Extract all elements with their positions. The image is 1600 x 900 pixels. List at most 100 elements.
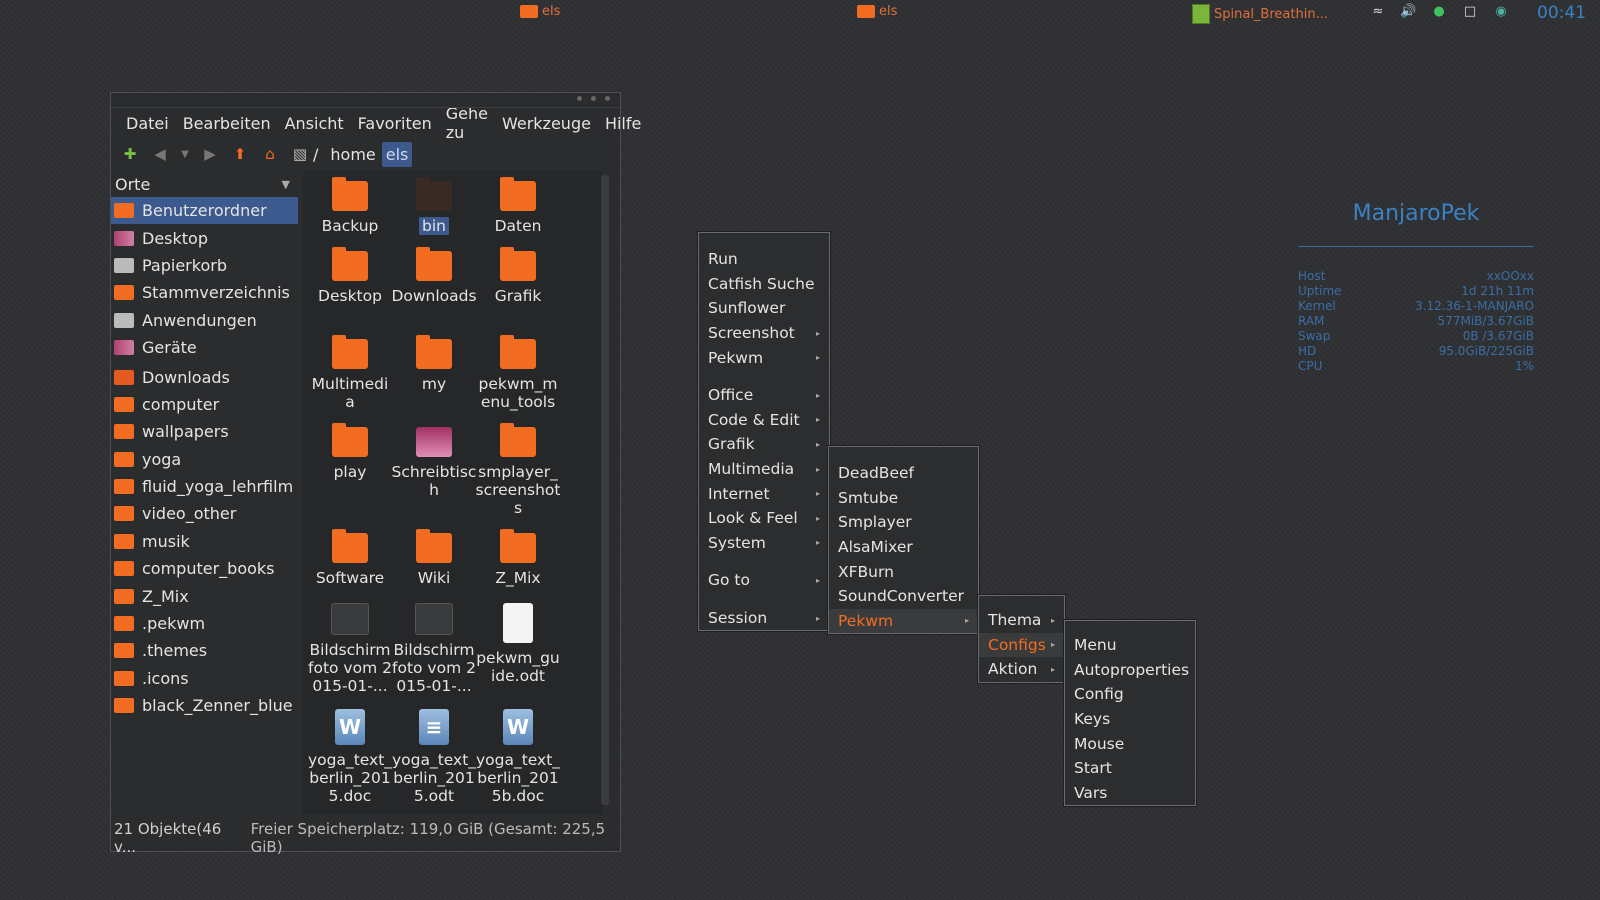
- file-item-pekwm-guide-odt[interactable]: pekwm_guide.odt: [475, 603, 561, 685]
- sidebar-item-anwendungen[interactable]: Anwendungen: [111, 307, 298, 334]
- sidebar-item-icons[interactable]: .icons: [111, 665, 298, 692]
- menu-item-code-edit[interactable]: Code & Edit ▸: [699, 408, 829, 433]
- sidebar-item-papierkorb[interactable]: Papierkorb: [111, 252, 298, 279]
- menu-item-sunflower[interactable]: Sunflower: [699, 296, 829, 321]
- menu-hilfe[interactable]: Hilfe: [598, 114, 648, 133]
- volume-icon[interactable]: 🔊: [1400, 4, 1416, 20]
- file-item-pekwm-menu-tools[interactable]: pekwm_menu_tools: [475, 335, 561, 411]
- sidebar-item-video-other[interactable]: video_other: [111, 500, 298, 527]
- sidebar-item-musik[interactable]: musik: [111, 528, 298, 555]
- file-item-downloads[interactable]: Downloads: [391, 247, 477, 305]
- menu-item-pekwm[interactable]: Pekwm ▸: [699, 345, 829, 370]
- menu-item-vars[interactable]: Vars: [1065, 781, 1195, 806]
- menu-item-deadbeef[interactable]: DeadBeef: [829, 461, 978, 486]
- menu-item-smtube[interactable]: Smtube: [829, 486, 978, 511]
- taskbar-item-els-1[interactable]: els: [520, 4, 560, 19]
- menu-item-screenshot[interactable]: Screenshot ▸: [699, 321, 829, 346]
- sidebar-item-stammverzeichnis[interactable]: Stammverzeichnis: [111, 279, 298, 306]
- sidebar-item-themes[interactable]: .themes: [111, 637, 298, 664]
- back-arrow-icon[interactable]: ◀: [149, 143, 171, 165]
- sidebar-item-ger-te[interactable]: Geräte: [111, 334, 298, 361]
- file-item-bildschirmfoto-vom-2015-01[interactable]: Bildschirmfoto vom 2015-01-...: [307, 603, 393, 695]
- scrollbar[interactable]: [601, 175, 609, 805]
- ghost-icon[interactable]: ●: [1431, 4, 1447, 20]
- file-item-desktop[interactable]: Desktop: [307, 247, 393, 305]
- menu-item-aktion[interactable]: Aktion ▸: [979, 657, 1064, 682]
- menu-item-pekwm[interactable]: Pekwm ▸: [829, 608, 978, 634]
- file-item-bin[interactable]: bin: [391, 177, 477, 235]
- menu-item-system[interactable]: System ▸: [699, 531, 829, 556]
- minimize-button[interactable]: [577, 96, 582, 101]
- file-item-yoga-text-berlin-2015-doc[interactable]: Wyoga_text_berlin_2015.doc: [307, 709, 393, 805]
- forward-arrow-icon[interactable]: ▶: [199, 143, 221, 165]
- menu-item-soundconverter[interactable]: SoundConverter: [829, 584, 978, 609]
- menu-item-mouse[interactable]: Mouse: [1065, 731, 1195, 756]
- menu-gehe-zu[interactable]: Gehe zu: [439, 104, 495, 142]
- file-item-play[interactable]: play: [307, 423, 393, 481]
- chevron-down-icon[interactable]: ▼: [282, 178, 290, 191]
- file-item-software[interactable]: Software: [307, 529, 393, 587]
- menu-item-go-to[interactable]: Go to ▸: [699, 568, 829, 593]
- window-titlebar[interactable]: [111, 93, 620, 108]
- breadcrumb-els[interactable]: els: [381, 141, 413, 167]
- menu-item-xfburn[interactable]: XFBurn: [829, 559, 978, 584]
- menu-item-configs[interactable]: Configs ▸: [979, 632, 1064, 658]
- menu-werkzeuge[interactable]: Werkzeuge: [495, 114, 598, 133]
- maximize-button[interactable]: [591, 96, 596, 101]
- history-dropdown-icon[interactable]: ▼: [179, 143, 191, 165]
- menu-item-look-feel[interactable]: Look & Feel ▸: [699, 506, 829, 531]
- menu-item-smplayer[interactable]: Smplayer: [829, 510, 978, 535]
- menu-favoriten[interactable]: Favoriten: [351, 114, 439, 133]
- sidebar-item-yoga[interactable]: yoga: [111, 446, 298, 473]
- sidebar-item-z-mix[interactable]: Z_Mix: [111, 582, 298, 609]
- menu-item-run[interactable]: Run: [699, 247, 829, 272]
- menu-item-menu[interactable]: Menu: [1065, 633, 1195, 658]
- menu-item-multimedia[interactable]: Multimedia ▸: [699, 457, 829, 482]
- sidebar-item-benutzerordner[interactable]: Benutzerordner: [111, 197, 298, 225]
- up-arrow-icon[interactable]: ⬆: [229, 143, 251, 165]
- clipboard-icon[interactable]: □: [1462, 4, 1478, 20]
- wifi-icon[interactable]: ≈: [1370, 4, 1386, 20]
- breadcrumb-home[interactable]: home: [326, 142, 379, 167]
- menu-item-office[interactable]: Office ▸: [699, 383, 829, 408]
- file-item-schreibtisch[interactable]: Schreibtisch: [391, 427, 477, 499]
- breadcrumb-root[interactable]: /: [313, 145, 318, 164]
- file-item-multimedia[interactable]: Multimedia: [307, 335, 393, 411]
- taskbar-item-els-2[interactable]: els: [857, 4, 897, 19]
- clock[interactable]: 00:41: [1537, 3, 1586, 23]
- menu-item-autoproperties[interactable]: Autoproperties: [1065, 658, 1195, 683]
- sidebar-item-wallpapers[interactable]: wallpapers: [111, 418, 298, 445]
- network-icon[interactable]: ◉: [1493, 4, 1509, 20]
- file-item-wiki[interactable]: Wiki: [391, 529, 477, 587]
- taskbar-item-spinal[interactable]: Spinal_Breathin...: [1192, 4, 1328, 24]
- menu-ansicht[interactable]: Ansicht: [278, 114, 351, 133]
- file-item-smplayer-screenshots[interactable]: smplayer_screenshots: [475, 423, 561, 517]
- new-tab-icon[interactable]: ✚: [119, 143, 141, 165]
- drive-icon[interactable]: ▧: [289, 143, 311, 165]
- file-item-backup[interactable]: Backup: [307, 177, 393, 235]
- menu-bearbeiten[interactable]: Bearbeiten: [176, 114, 278, 133]
- menu-item-catfish-suche[interactable]: Catfish Suche: [699, 272, 829, 297]
- sidebar-item-desktop[interactable]: Desktop: [111, 224, 298, 251]
- file-item-z-mix[interactable]: Z_Mix: [475, 529, 561, 587]
- menu-item-keys[interactable]: Keys: [1065, 707, 1195, 732]
- sidebar-item-computer[interactable]: computer: [111, 391, 298, 418]
- file-item-bildschirmfoto-vom-2015-01[interactable]: Bildschirmfoto vom 2015-01-...: [391, 603, 477, 695]
- menu-item-config[interactable]: Config: [1065, 682, 1195, 707]
- home-icon[interactable]: ⌂: [259, 143, 281, 165]
- icon-view[interactable]: Backup bin Daten Desktop Downloads Grafik Mult…: [303, 171, 603, 815]
- file-item-yoga-text-berlin-2015-odt[interactable]: ≡ yoga_text_berlin_2015.odt: [391, 709, 477, 805]
- menu-item-session[interactable]: Session ▸: [699, 606, 829, 631]
- menu-item-internet[interactable]: Internet ▸: [699, 481, 829, 506]
- file-item-grafik[interactable]: Grafik: [475, 247, 561, 305]
- sidebar-item-black-zenner-blue[interactable]: black_Zenner_blue: [111, 692, 298, 719]
- sidebar-item-fluid-yoga-lehrfilm[interactable]: fluid_yoga_lehrfilm: [111, 473, 298, 500]
- file-item-my[interactable]: my: [391, 335, 477, 393]
- menu-datei[interactable]: Datei: [119, 114, 176, 133]
- sidebar-item-pekwm[interactable]: .pekwm: [111, 610, 298, 637]
- close-button[interactable]: [605, 96, 610, 101]
- sidebar-item-downloads[interactable]: Downloads: [111, 363, 298, 390]
- menu-item-grafik[interactable]: Grafik ▸: [699, 432, 829, 457]
- menu-item-thema[interactable]: Thema ▸: [979, 608, 1064, 633]
- menu-item-alsamixer[interactable]: AlsaMixer: [829, 535, 978, 560]
